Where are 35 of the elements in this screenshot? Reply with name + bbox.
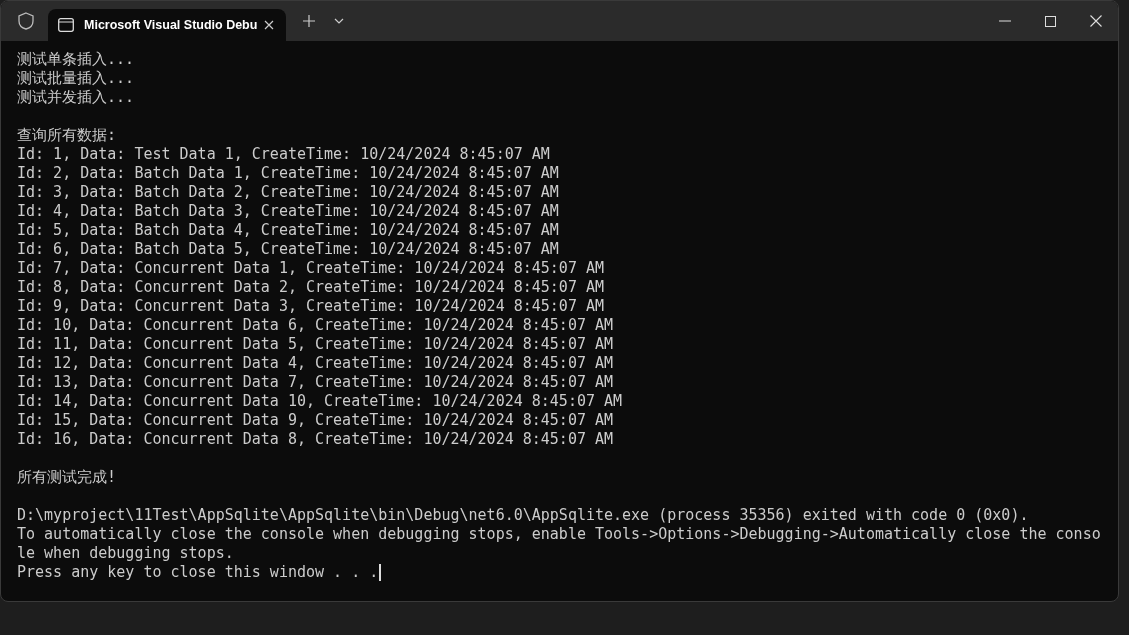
dropdown-icon[interactable]: [334, 18, 344, 24]
maximize-icon[interactable]: [1045, 15, 1056, 27]
console-line: Id: 14, Data: Concurrent Data 10, CreateTime: 10/24/2024 8:45:07 AM: [17, 392, 623, 411]
new-tab-icon[interactable]: [303, 15, 315, 27]
console-line: Id: 11, Data: Concurrent Data 5, CreateTime: 10/24/2024 8:45:07 AM: [17, 335, 614, 354]
console-line: To automatically close the console when debugging stops, enable Tools->Options->Debugging->Automatically close the conso: [17, 525, 1101, 544]
console-line: Id: 15, Data: Concurrent Data 9, CreateTime: 10/24/2024 8:45:07 AM: [17, 411, 614, 430]
console-line: Id: 16, Data: Concurrent Data 8, CreateTime: 10/24/2024 8:45:07 AM: [17, 430, 614, 449]
console-line: Id: 2, Data: Batch Data 1, CreateTime: 10/24/2024 8:45:07 AM: [17, 164, 559, 183]
terminal-tab[interactable]: Microsoft Visual Studio Debu: [48, 9, 286, 41]
console-line: Id: 7, Data: Concurrent Data 1, CreateTime: 10/24/2024 8:45:07 AM: [17, 259, 604, 278]
console-line: Id: 3, Data: Batch Data 2, CreateTime: 10/24/2024 8:45:07 AM: [17, 183, 559, 202]
console-line: 测试并发插入...: [17, 88, 135, 107]
console-icon: [58, 18, 74, 32]
console-line: Press any key to close this window . . .: [17, 563, 379, 582]
console-line: Id: 4, Data: Batch Data 3, CreateTime: 10/24/2024 8:45:07 AM: [17, 202, 559, 221]
console-line: 查询所有数据:: [17, 126, 117, 145]
console-line: Id: 6, Data: Batch Data 5, CreateTime: 10/24/2024 8:45:07 AM: [17, 240, 559, 259]
console-line: le when debugging stops.: [17, 544, 234, 563]
text-cursor: [379, 564, 382, 581]
console-line: Id: 1, Data: Test Data 1, CreateTime: 10/24/2024 8:45:07 AM: [17, 145, 550, 164]
console-line: 所有测试完成!: [17, 468, 117, 487]
close-tab-icon[interactable]: [264, 20, 274, 30]
console-line: 测试批量插入...: [17, 69, 135, 88]
shield-icon: [18, 12, 34, 30]
console-line: Id: 8, Data: Concurrent Data 2, CreateTime: 10/24/2024 8:45:07 AM: [17, 278, 604, 297]
console-line: Id: 12, Data: Concurrent Data 4, CreateTime: 10/24/2024 8:45:07 AM: [17, 354, 614, 373]
console-line: Id: 9, Data: Concurrent Data 3, CreateTime: 10/24/2024 8:45:07 AM: [17, 297, 604, 316]
console-line: Id: 10, Data: Concurrent Data 6, CreateTime: 10/24/2024 8:45:07 AM: [17, 316, 614, 335]
console-line: D:\myproject\11Test\AppSqlite\AppSqlite\bin\Debug\net6.0\AppSqlite.exe (process 35356) exited with code 0 (0x0).: [17, 506, 1029, 525]
close-icon[interactable]: [1090, 15, 1102, 27]
console-line: 测试单条插入...: [17, 50, 135, 69]
window-title: Microsoft Visual Studio Debu: [84, 18, 259, 32]
console-line: Id: 5, Data: Batch Data 4, CreateTime: 10/24/2024 8:45:07 AM: [17, 221, 559, 240]
console-line: Id: 13, Data: Concurrent Data 7, CreateTime: 10/24/2024 8:45:07 AM: [17, 373, 614, 392]
